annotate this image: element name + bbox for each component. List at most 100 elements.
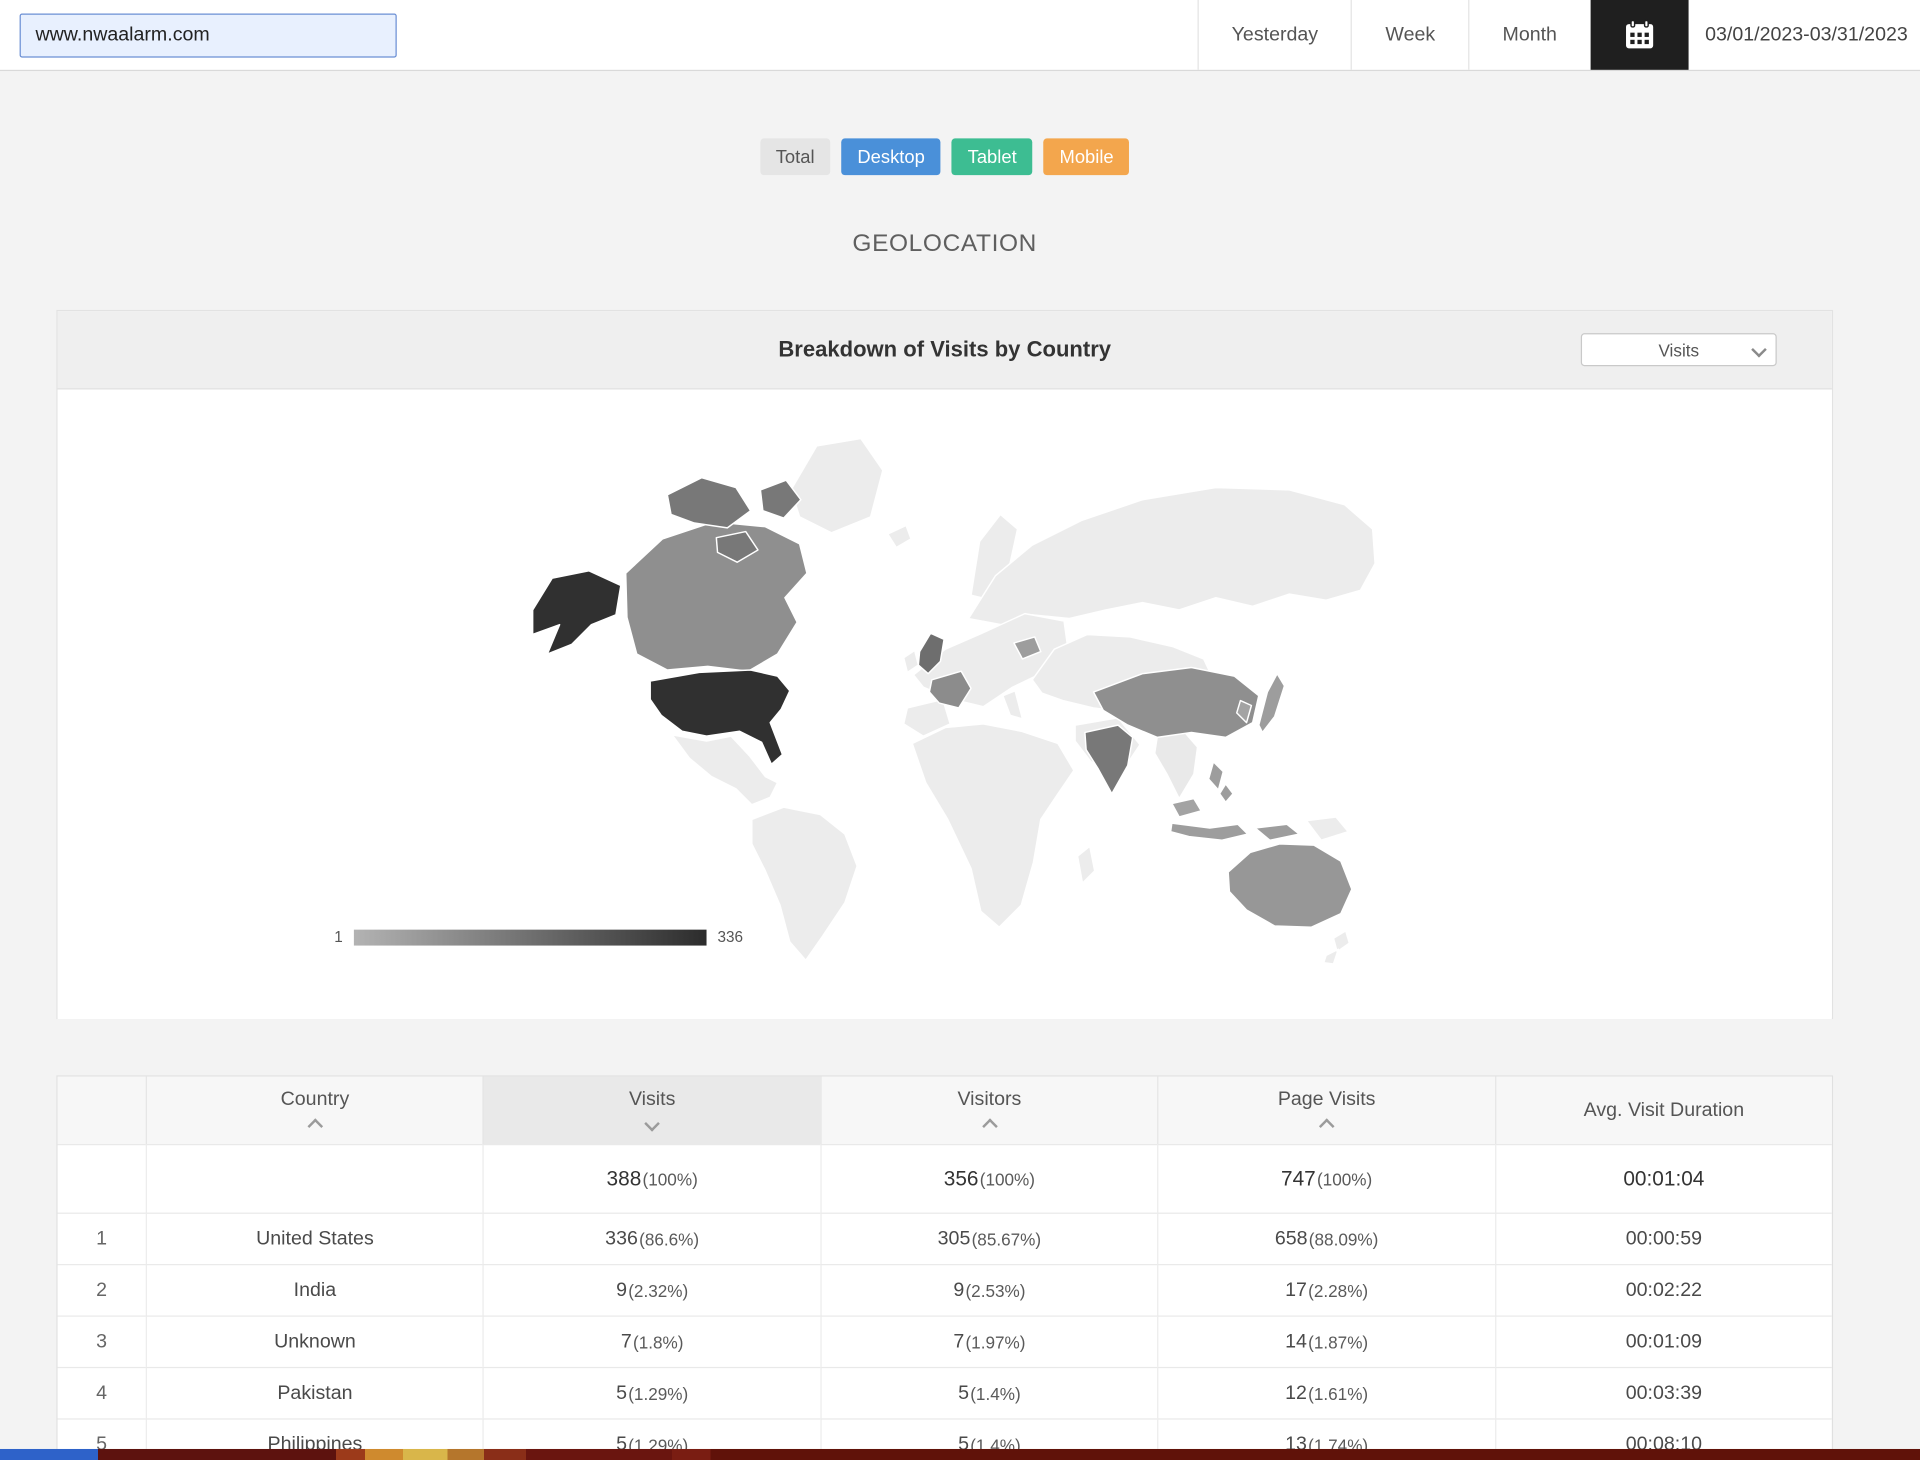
table-row[interactable]: 3Unknown7(1.8%)7(1.97%)14(1.87%)00:01:09: [58, 1315, 1832, 1366]
map-region-africa[interactable]: [912, 724, 1074, 927]
visits-cell: 336(86.6%): [483, 1213, 820, 1264]
map-region-italy[interactable]: [1003, 691, 1023, 719]
summary-page-visits: 747(100%): [1157, 1144, 1494, 1213]
map-region-new-guinea[interactable]: [1307, 817, 1349, 840]
country-cell: Pakistan: [146, 1367, 483, 1418]
visits-cell-pct: (2.32%): [628, 1281, 688, 1301]
calendar-button[interactable]: [1590, 0, 1688, 70]
avg-duration-cell: 00:01:09: [1495, 1315, 1832, 1366]
column-label: Country: [281, 1089, 350, 1111]
map-country-united-states-alaska[interactable]: [533, 571, 621, 654]
device-filter-tablet[interactable]: Tablet: [952, 138, 1033, 175]
world-map-svg: [457, 416, 1388, 967]
page-visits-cell: 658(88.09%): [1157, 1213, 1494, 1264]
country-cell: United States: [146, 1213, 483, 1264]
bottom-activity-strip: [0, 1449, 1920, 1460]
map-region-southeast-asia[interactable]: [1155, 729, 1198, 799]
map-legend: 1 336: [334, 928, 743, 945]
summary-avg-duration: 00:01:04: [1495, 1144, 1832, 1213]
summary-country: [146, 1144, 483, 1213]
map-card-header: Breakdown of Visits by Country Visits: [58, 311, 1832, 389]
visitors-cell-pct: (85.67%): [972, 1229, 1042, 1249]
map-country-canada-arctic-1[interactable]: [667, 478, 750, 528]
column-label: Page Visits: [1278, 1089, 1376, 1111]
analytics-page: YesterdayWeekMonth 03/01/2023-03/31/2023: [0, 0, 1920, 1460]
column-header-visitors[interactable]: Visitors: [820, 1077, 1157, 1144]
visitors-cell-pct: (2.53%): [965, 1281, 1025, 1301]
avg-duration-cell: 00:02:22: [1495, 1264, 1832, 1315]
legend-max-label: 336: [717, 928, 743, 945]
visits-cell-pct: (86.6%): [639, 1229, 699, 1249]
sort-ascending-icon: [307, 1118, 323, 1134]
table-row[interactable]: 4Pakistan5(1.29%)5(1.4%)12(1.61%)00:03:3…: [58, 1367, 1832, 1418]
map-country-philippines[interactable]: [1209, 762, 1233, 802]
map-country-australia[interactable]: [1228, 844, 1352, 927]
country-cell: Unknown: [146, 1315, 483, 1366]
date-range-controls: YesterdayWeekMonth 03/01/2023-03/31/2023: [1197, 0, 1920, 70]
map-region-ireland[interactable]: [904, 650, 919, 672]
range-tab-month[interactable]: Month: [1468, 0, 1590, 70]
visitors-cell: 305(85.67%): [820, 1213, 1157, 1264]
visitors-cell-pct: (1.97%): [965, 1332, 1025, 1352]
column-header-avg-visit-duration[interactable]: Avg. Visit Duration: [1495, 1077, 1832, 1144]
table-body: 1United States336(86.6%)305(85.67%)658(8…: [58, 1213, 1832, 1460]
map-region-greenland[interactable]: [791, 438, 883, 532]
map-country-india[interactable]: [1085, 725, 1133, 794]
section-title: GEOLOCATION: [56, 230, 1833, 258]
table-header-row: Country Visits Visitors Page Visits Avg. Vis…: [58, 1077, 1832, 1144]
visits-cell: 9(2.32%): [483, 1264, 820, 1315]
visits-cell-pct: (1.29%): [628, 1383, 688, 1403]
metric-select-value: Visits: [1658, 340, 1699, 360]
page-visits-cell: 17(2.28%): [1157, 1264, 1494, 1315]
summary-visitors: 356(100%): [820, 1144, 1157, 1213]
map-region-south-america[interactable]: [752, 807, 857, 960]
summary-visitors-pct: (100%): [980, 1169, 1035, 1189]
page-visits-cell-pct: (2.28%): [1308, 1281, 1368, 1301]
column-header-index: [58, 1077, 146, 1144]
legend-min-label: 1: [334, 928, 343, 945]
row-rank: 4: [58, 1367, 146, 1418]
top-bar: YesterdayWeekMonth 03/01/2023-03/31/2023: [0, 0, 1920, 71]
summary-page-visits-pct: (100%): [1317, 1169, 1372, 1189]
map-region-mexico[interactable]: [672, 735, 777, 805]
visitors-cell: 5(1.4%): [820, 1367, 1157, 1418]
map-card: Breakdown of Visits by Country Visits: [56, 310, 1833, 1019]
map-country-malaysia[interactable]: [1172, 799, 1201, 817]
visits-cell: 5(1.29%): [483, 1367, 820, 1418]
page-visits-cell-pct: (1.61%): [1308, 1383, 1368, 1403]
table-row[interactable]: 1United States336(86.6%)305(85.67%)658(8…: [58, 1213, 1832, 1264]
range-tab-yesterday[interactable]: Yesterday: [1197, 0, 1351, 70]
device-filter-desktop[interactable]: Desktop: [841, 138, 940, 175]
map-country-japan[interactable]: [1259, 674, 1285, 733]
column-header-visits[interactable]: Visits: [483, 1077, 820, 1144]
column-header-country[interactable]: Country: [146, 1077, 483, 1144]
device-filter-group: Total Desktop Tablet Mobile: [56, 138, 1833, 175]
map-country-indonesia[interactable]: [1171, 823, 1300, 840]
map-card-title: Breakdown of Visits by Country: [778, 337, 1111, 363]
sort-ascending-icon: [1319, 1118, 1335, 1134]
page-visits-cell: 14(1.87%): [1157, 1315, 1494, 1366]
site-url-input[interactable]: [20, 13, 397, 57]
geo-table: Country Visits Visitors Page Visits Avg. Vis…: [56, 1075, 1833, 1460]
table-row[interactable]: 2India9(2.32%)9(2.53%)17(2.28%)00:02:22: [58, 1264, 1832, 1315]
row-rank: 1: [58, 1213, 146, 1264]
range-tab-week[interactable]: Week: [1351, 0, 1468, 70]
map-region-madagascar[interactable]: [1078, 846, 1095, 883]
table-summary-row: 388(100%)356(100%)747(100%)00:01:04: [58, 1144, 1832, 1213]
column-label: Visitors: [957, 1089, 1021, 1111]
column-header-page-visits[interactable]: Page Visits: [1157, 1077, 1494, 1144]
visits-cell: 7(1.8%): [483, 1315, 820, 1366]
column-label: Visits: [629, 1088, 675, 1110]
device-filter-total[interactable]: Total: [760, 138, 831, 175]
summary-rank: [58, 1144, 146, 1213]
avg-duration-cell: 00:03:39: [1495, 1367, 1832, 1418]
device-filter-mobile[interactable]: Mobile: [1044, 138, 1130, 175]
map-legend-gradient: [354, 929, 707, 945]
visitors-cell: 7(1.97%): [820, 1315, 1157, 1366]
metric-select[interactable]: Visits: [1581, 333, 1777, 366]
page-visits-cell: 12(1.61%): [1157, 1367, 1494, 1418]
map-region-iceland[interactable]: [888, 525, 911, 547]
map-region-new-zealand[interactable]: [1324, 931, 1350, 964]
sort-ascending-icon: [982, 1118, 998, 1134]
map-region-russia[interactable]: [969, 487, 1376, 624]
